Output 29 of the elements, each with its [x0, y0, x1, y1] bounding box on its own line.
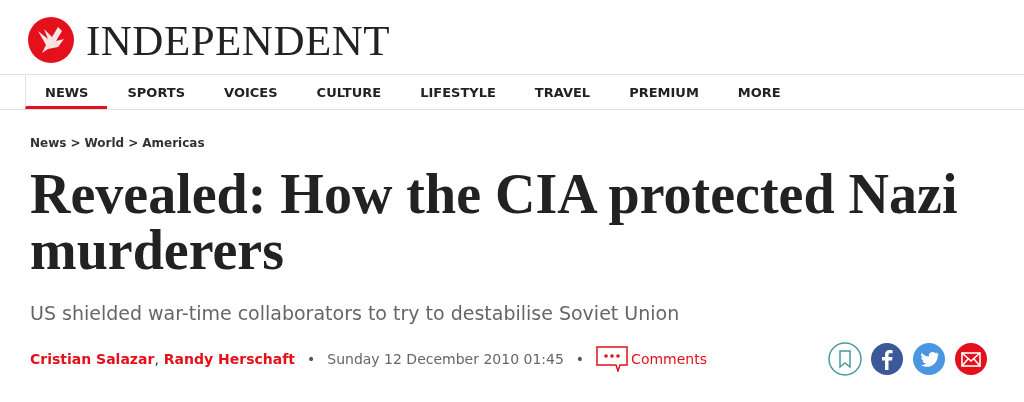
breadcrumb-separator: >	[70, 136, 81, 150]
publish-date: Sunday 12 December 2010 01:45	[327, 351, 564, 367]
article-standfirst: US shielded war-time collaborators to try to destabilise Soviet Union	[30, 302, 681, 324]
author-link[interactable]: Cristian Salazar	[30, 351, 155, 367]
eagle-logo-icon[interactable]	[28, 17, 74, 63]
nav-tab[interactable]: LIFESTYLE	[401, 75, 515, 109]
nav-tab[interactable]: CULTURE	[297, 75, 401, 109]
nav-tab[interactable]: VOICES	[205, 75, 297, 109]
breadcrumb-link[interactable]: World	[84, 136, 125, 150]
email-icon[interactable]	[954, 342, 988, 376]
masthead-title[interactable]: INDEPENDENT	[86, 15, 391, 65]
breadcrumb-link[interactable]: News	[30, 136, 67, 150]
article-headline: Revealed: How the CIA protected Nazi murderers	[30, 166, 959, 278]
nav-tab[interactable]: NEWS	[25, 75, 108, 109]
comments-link[interactable]: Comments	[631, 351, 707, 367]
bullet-separator: •	[307, 351, 316, 367]
nav-tab[interactable]: SPORTS	[108, 75, 205, 109]
twitter-icon[interactable]	[912, 342, 946, 376]
bullet-separator: •	[575, 351, 585, 367]
author-link[interactable]: Randy Herschaft	[163, 351, 295, 367]
breadcrumb-link[interactable]: Americas	[142, 136, 205, 150]
bookmark-icon[interactable]	[828, 342, 862, 376]
nav-tab[interactable]: TRAVEL	[515, 75, 610, 109]
comment-icon[interactable]	[596, 346, 629, 372]
nav-tab[interactable]: MORE	[718, 75, 800, 109]
nav-tab[interactable]: PREMIUM	[610, 75, 718, 109]
facebook-icon[interactable]	[870, 342, 904, 376]
breadcrumb-separator: >	[128, 136, 139, 150]
author-separator: ,	[154, 351, 159, 367]
